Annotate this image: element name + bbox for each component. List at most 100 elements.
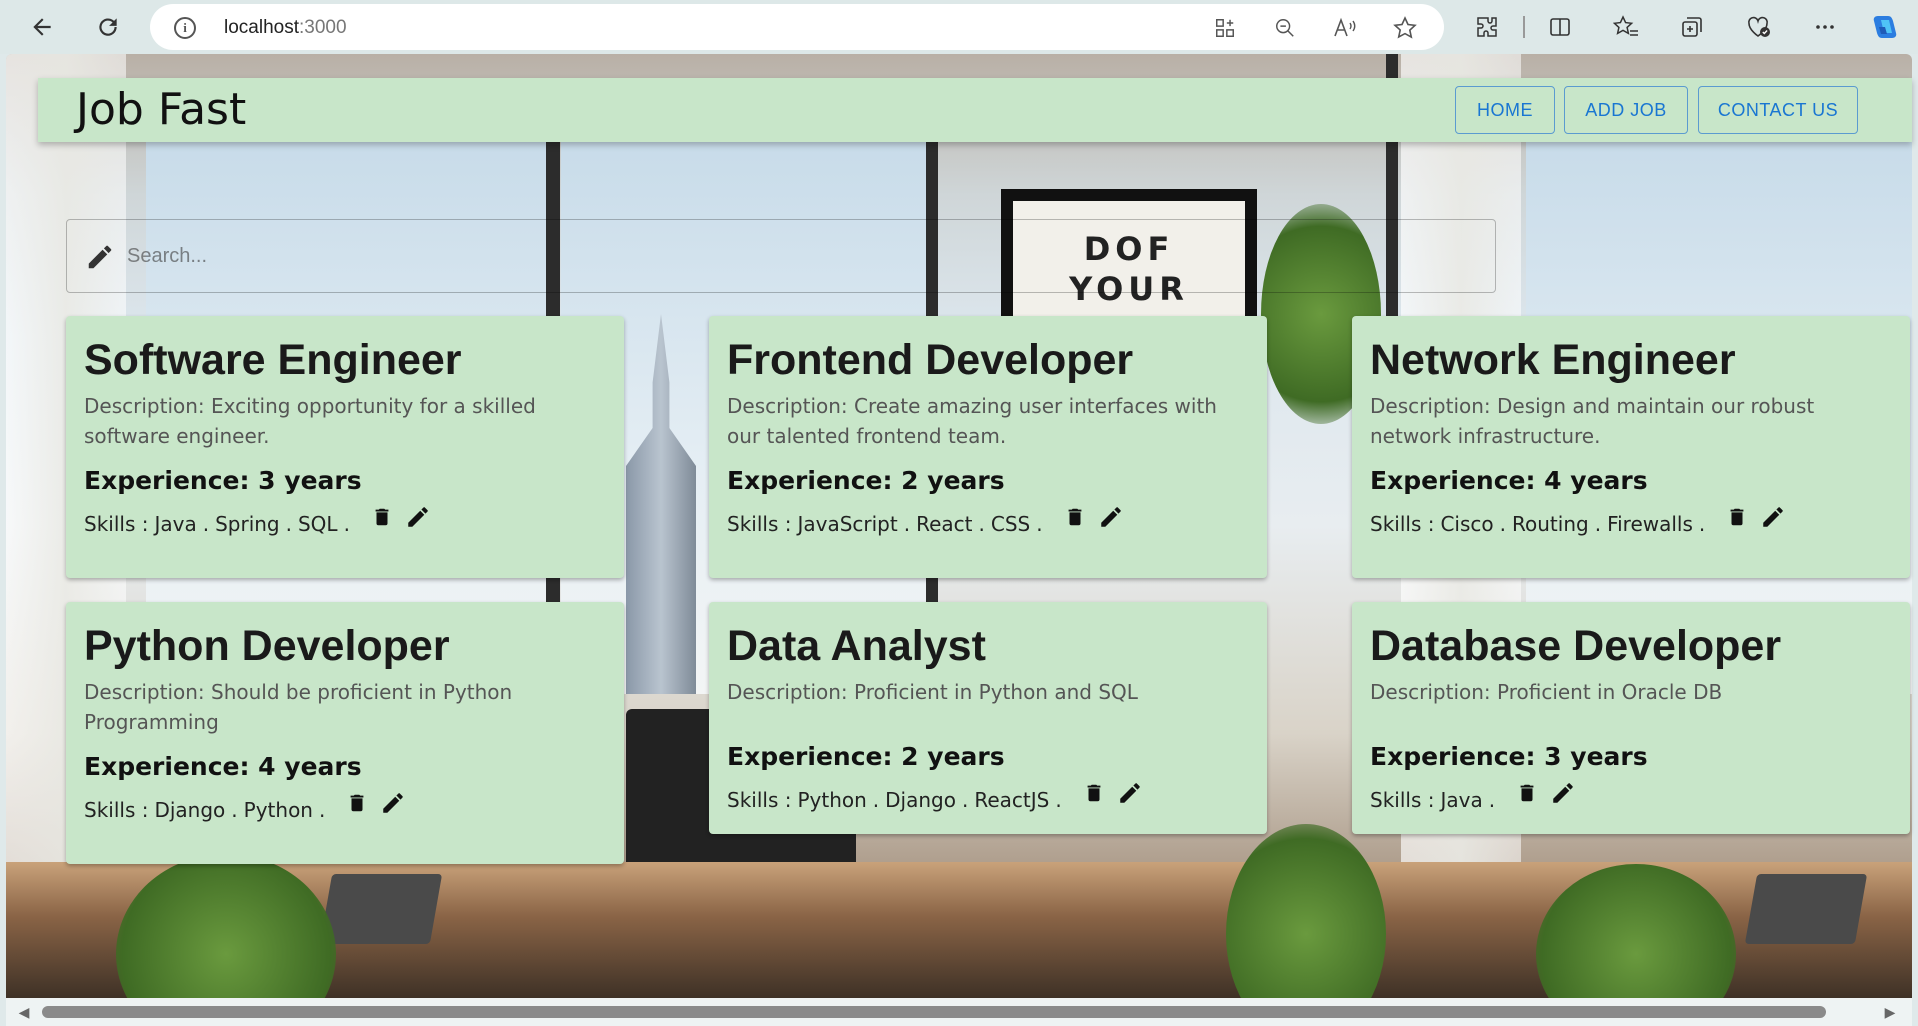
skill-tag: Django — [885, 788, 956, 812]
skill-tag: SQL — [297, 512, 338, 536]
job-card: Data Analyst Description: Proficient in P… — [709, 602, 1267, 834]
job-card: Frontend Developer Description: Create am… — [709, 316, 1267, 578]
skill-separator: . — [202, 512, 210, 536]
skill-separator: . — [978, 512, 985, 536]
job-description: Description: Exciting opportunity for a … — [84, 394, 536, 448]
collections-icon[interactable] — [1675, 10, 1709, 44]
delete-trash-icon[interactable] — [1061, 503, 1089, 531]
skill-separator: . — [1499, 512, 1507, 536]
app-available-icon[interactable] — [1210, 13, 1240, 43]
app-title: Job Fast — [76, 84, 247, 135]
copilot-icon[interactable] — [1868, 10, 1902, 44]
url-text[interactable]: localhost:3000 — [224, 17, 347, 39]
job-skills: Skills : Cisco. Routing. Firewalls. — [1370, 507, 1787, 538]
job-description: Description: Proficient in Oracle DB — [1370, 680, 1723, 704]
job-skills: Skills : Java. — [1370, 783, 1577, 814]
skill-tag: Java — [1440, 788, 1483, 812]
skill-separator: . — [1036, 512, 1043, 536]
job-card: Python Developer Description: Should be p… — [66, 602, 624, 864]
edit-pencil-icon[interactable] — [1116, 779, 1144, 807]
skill-separator: . — [961, 788, 969, 812]
skill-separator: . — [231, 798, 238, 822]
skill-tag: Spring — [215, 512, 280, 536]
scrollbar-thumb[interactable] — [42, 1006, 1826, 1018]
nav-contact-us-button[interactable]: CONTACT US — [1698, 86, 1858, 134]
delete-trash-icon[interactable] — [1723, 503, 1751, 531]
job-title: Python Developer — [84, 622, 450, 670]
skill-separator: . — [872, 788, 880, 812]
skill-tag: CSS — [990, 512, 1031, 536]
nav-home-button[interactable]: HOME — [1455, 86, 1555, 134]
more-menu-icon[interactable] — [1808, 10, 1842, 44]
back-arrow-icon[interactable] — [22, 8, 62, 46]
refresh-icon[interactable] — [88, 8, 128, 46]
job-skills: Skills : Django. Python. — [84, 793, 407, 824]
skill-tag: React — [916, 512, 973, 536]
edit-pencil-icon[interactable] — [1549, 779, 1577, 807]
edit-pencil-icon[interactable] — [379, 789, 407, 817]
search-field[interactable] — [66, 219, 1496, 293]
delete-trash-icon[interactable] — [368, 503, 396, 531]
job-title: Data Analyst — [727, 622, 986, 670]
skill-separator: . — [285, 512, 292, 536]
job-experience: Experience: 4 years — [84, 752, 362, 781]
skill-tag: JavaScript — [797, 512, 898, 536]
skill-tag: Python — [243, 798, 313, 822]
job-title: Database Developer — [1370, 622, 1782, 670]
favorite-star-icon[interactable] — [1390, 13, 1420, 43]
skill-tag: Routing — [1512, 512, 1589, 536]
split-screen-icon[interactable] — [1543, 10, 1577, 44]
job-card: Network Engineer Description: Design and … — [1352, 316, 1910, 578]
search-input[interactable] — [127, 238, 1427, 274]
app-header: Job Fast HOME ADD JOB CONTACT US — [38, 78, 1912, 142]
job-experience: Experience: 2 years — [727, 466, 1005, 495]
skill-separator: . — [1488, 788, 1496, 812]
site-info-icon[interactable]: i — [174, 17, 196, 39]
job-skills: Skills : Java. Spring. SQL. — [84, 507, 432, 538]
read-aloud-icon[interactable] — [1330, 13, 1360, 43]
background-plant — [1226, 824, 1386, 998]
scroll-left-arrow-icon[interactable]: ◀ — [16, 1004, 32, 1020]
delete-trash-icon[interactable] — [1513, 779, 1541, 807]
zoom-out-icon[interactable] — [1270, 13, 1300, 43]
skills-label: Skills : — [1370, 788, 1435, 812]
skill-tag: Firewalls — [1607, 512, 1693, 536]
skill-separator: . — [1055, 788, 1062, 812]
job-experience: Experience: 2 years — [727, 742, 1005, 771]
background-laptop — [1744, 874, 1868, 944]
job-skills: Skills : JavaScript. React. CSS. — [727, 507, 1125, 538]
horizontal-scrollbar[interactable]: ◀ ▶ — [6, 998, 1912, 1026]
extensions-icon[interactable] — [1470, 10, 1504, 44]
edit-pencil-icon[interactable] — [404, 503, 432, 531]
delete-trash-icon[interactable] — [1080, 779, 1108, 807]
job-description: Description: Proficient in Python and SQ… — [727, 680, 1138, 704]
skill-separator: . — [903, 512, 911, 536]
skills-label: Skills : — [84, 512, 149, 536]
job-title: Network Engineer — [1370, 336, 1736, 384]
job-experience: Experience: 3 years — [1370, 742, 1648, 771]
delete-trash-icon[interactable] — [343, 789, 371, 817]
skill-separator: . — [1594, 512, 1602, 536]
skill-tag: Java — [154, 512, 197, 536]
skill-separator: . — [1698, 512, 1706, 536]
scroll-right-arrow-icon[interactable]: ▶ — [1882, 1004, 1898, 1020]
job-title: Software Engineer — [84, 336, 462, 384]
job-description: Description: Create amazing user interfa… — [727, 394, 1217, 448]
job-experience: Experience: 3 years — [84, 466, 362, 495]
job-title: Frontend Developer — [727, 336, 1134, 384]
skills-label: Skills : — [1370, 512, 1435, 536]
job-description: Description: Design and maintain our rob… — [1370, 394, 1815, 448]
favorites-icon[interactable] — [1609, 10, 1643, 44]
browser-essentials-icon[interactable] — [1742, 10, 1776, 44]
edit-pencil-icon[interactable] — [1097, 503, 1125, 531]
skill-tag: Cisco — [1440, 512, 1494, 536]
edit-pencil-icon[interactable] — [1759, 503, 1787, 531]
job-card: Database Developer Description: Proficien… — [1352, 602, 1910, 834]
job-skills: Skills : Python. Django. ReactJS. — [727, 783, 1144, 814]
address-bar[interactable]: i localhost:3000 — [150, 4, 1444, 50]
job-card: Software Engineer Description: Exciting o… — [66, 316, 624, 578]
skill-tag: Django — [154, 798, 226, 822]
toolbar-divider — [1523, 16, 1525, 38]
background-laptop — [319, 874, 443, 944]
nav-add-job-button[interactable]: ADD JOB — [1564, 86, 1688, 134]
